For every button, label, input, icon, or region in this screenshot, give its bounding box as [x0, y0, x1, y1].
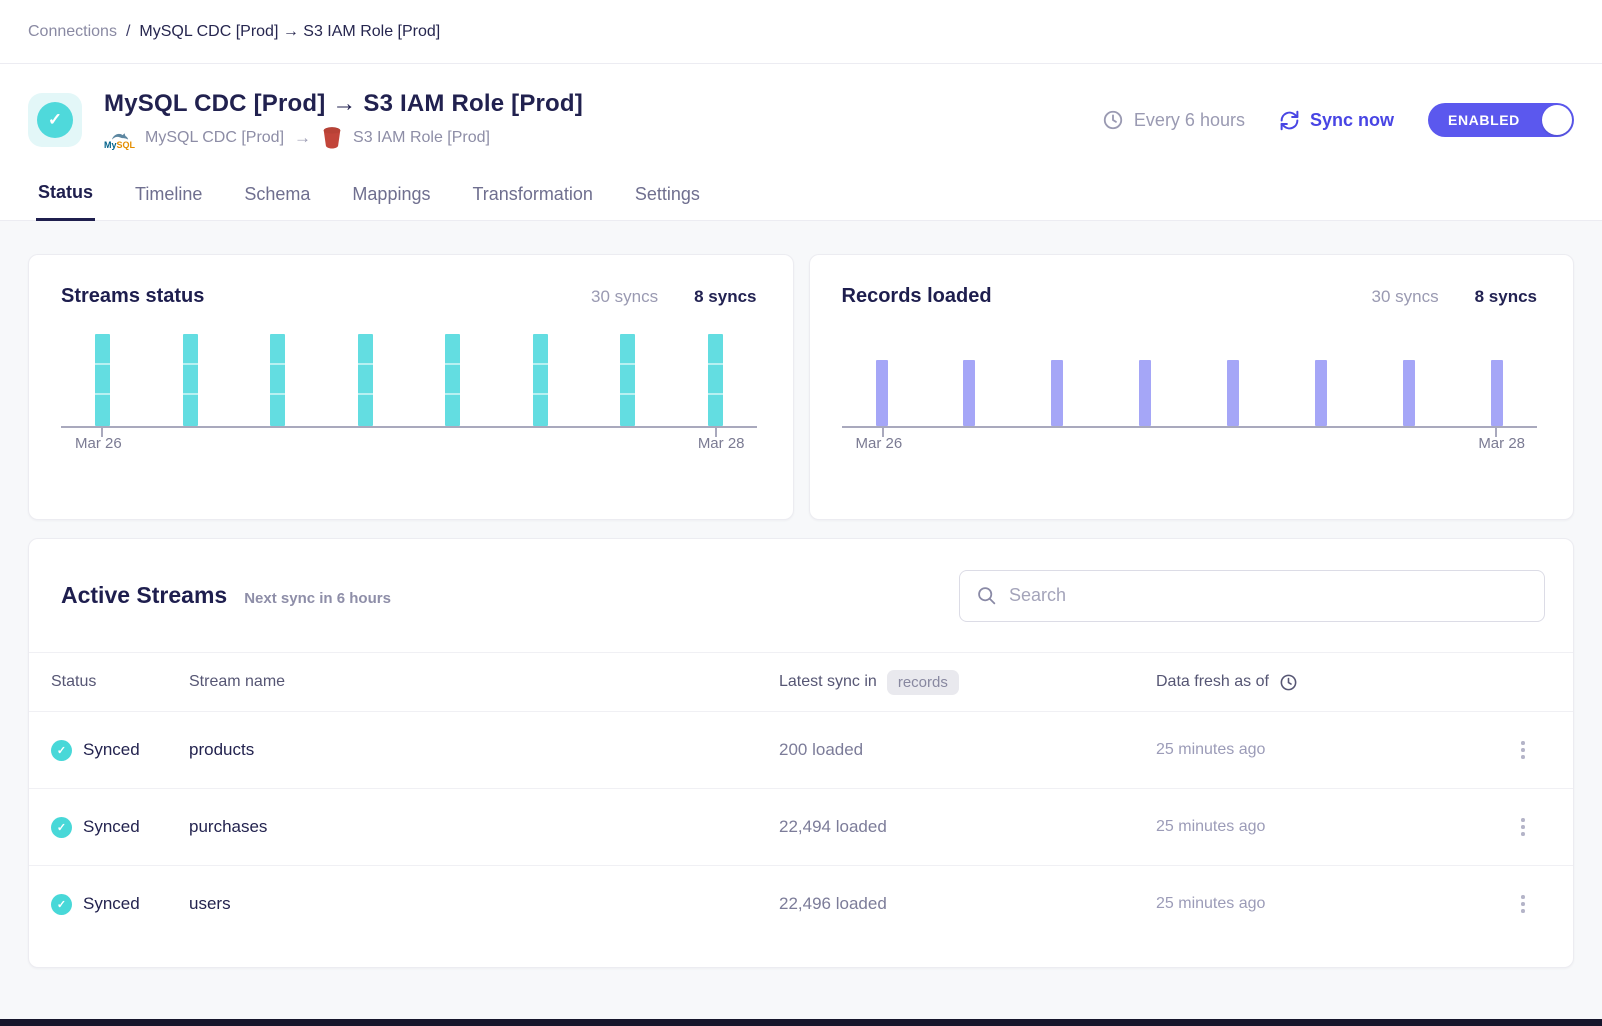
toggle-knob[interactable] — [1542, 105, 1572, 135]
page-title: MySQL CDC [Prod] → S3 IAM Role [Prod] — [104, 90, 1102, 118]
syncs-total-label[interactable]: 30 syncs — [1372, 287, 1439, 307]
row-status: Synced — [83, 740, 140, 760]
x-axis-label-end: Mar 28 — [1478, 435, 1525, 452]
row-data-fresh: 25 minutes ago — [1156, 818, 1495, 836]
records-loaded-chart: Mar 26 Mar 28 — [842, 334, 1538, 452]
enabled-toggle-label: ENABLED — [1428, 112, 1520, 128]
row-stream-name: users — [189, 894, 779, 914]
table-body: ✓ Synced products 200 loaded 25 minutes … — [29, 711, 1573, 942]
check-circle-icon: ✓ — [37, 102, 73, 138]
tab-bar: Status Timeline Schema Mappings Transfor… — [0, 160, 1602, 221]
column-stream-name: Stream name — [189, 673, 779, 691]
records-badge[interactable]: records — [887, 670, 959, 695]
enabled-toggle[interactable]: ENABLED — [1428, 103, 1574, 137]
sync-bar[interactable] — [270, 334, 285, 426]
row-data-fresh: 25 minutes ago — [1156, 741, 1495, 759]
sync-bar[interactable] — [1139, 360, 1151, 426]
row-records-loaded: 200 loaded — [779, 740, 1156, 760]
chart-title-streams-status: Streams status — [61, 285, 204, 308]
syncs-shown-label[interactable]: 8 syncs — [1475, 287, 1537, 307]
connection-header: ✓ MySQL CDC [Prod] → S3 IAM Role [Prod] … — [0, 64, 1602, 160]
mysql-logo-icon: MySQL — [104, 131, 135, 150]
column-status: Status — [51, 673, 189, 691]
sync-bar[interactable] — [620, 334, 635, 426]
s3-bucket-icon — [321, 126, 343, 150]
table-header-row: Status Stream name Latest sync in record… — [29, 652, 1573, 711]
sync-bar[interactable] — [876, 360, 888, 426]
refresh-icon — [1279, 110, 1300, 131]
breadcrumb-current: MySQL CDC [Prod] → S3 IAM Role [Prod] — [139, 23, 440, 41]
sync-now-button[interactable]: Sync now — [1279, 110, 1394, 131]
column-data-fresh: Data fresh as of — [1156, 673, 1269, 691]
x-axis-label-start: Mar 26 — [856, 435, 903, 452]
chart-title-records-loaded: Records loaded — [842, 285, 992, 308]
bottom-edge-bar — [0, 1019, 1602, 1026]
row-menu-button[interactable] — [1515, 812, 1531, 842]
syncs-shown-label[interactable]: 8 syncs — [694, 287, 756, 307]
x-axis — [61, 426, 757, 428]
row-records-loaded: 22,494 loaded — [779, 817, 1156, 837]
sync-bar[interactable] — [183, 334, 198, 426]
sync-bar[interactable] — [1051, 360, 1063, 426]
breadcrumb: Connections / MySQL CDC [Prod] → S3 IAM … — [0, 0, 1602, 64]
synced-check-icon: ✓ — [51, 740, 72, 761]
destination-name: S3 IAM Role [Prod] — [353, 129, 490, 147]
active-streams-title: Active Streams — [61, 582, 227, 609]
tab-transformation[interactable]: Transformation — [470, 178, 594, 220]
table-row[interactable]: ✓ Synced users 22,496 loaded 25 minutes … — [29, 865, 1573, 942]
column-latest-sync: Latest sync in — [779, 673, 877, 691]
tab-mappings[interactable]: Mappings — [350, 178, 432, 220]
sync-bar[interactable] — [95, 334, 110, 426]
search-input[interactable] — [1009, 585, 1528, 606]
streams-status-card: Streams status 30 syncs 8 syncs Mar 26 M… — [28, 254, 794, 520]
next-sync-label: Next sync in 6 hours — [244, 590, 391, 607]
sync-bar[interactable] — [1227, 360, 1239, 426]
breadcrumb-separator: / — [126, 23, 130, 41]
synced-check-icon: ✓ — [51, 894, 72, 915]
tab-status[interactable]: Status — [36, 176, 95, 221]
syncs-total-label[interactable]: 30 syncs — [591, 287, 658, 307]
sync-bar[interactable] — [533, 334, 548, 426]
row-records-loaded: 22,496 loaded — [779, 894, 1156, 914]
sync-bar[interactable] — [358, 334, 373, 426]
tab-schema[interactable]: Schema — [242, 178, 312, 220]
streams-status-chart: Mar 26 Mar 28 — [61, 334, 757, 452]
row-stream-name: products — [189, 740, 779, 760]
row-status: Synced — [83, 817, 140, 837]
x-axis-label-start: Mar 26 — [75, 435, 122, 452]
x-axis-label-end: Mar 28 — [698, 435, 745, 452]
search-icon — [976, 585, 997, 606]
breadcrumb-connections-link[interactable]: Connections — [28, 23, 117, 41]
active-streams-card: Active Streams Next sync in 6 hours Stat… — [28, 538, 1574, 968]
sync-bar[interactable] — [963, 360, 975, 426]
sync-schedule: Every 6 hours — [1102, 109, 1245, 131]
synced-check-icon: ✓ — [51, 817, 72, 838]
clock-icon — [1102, 109, 1124, 131]
row-menu-button[interactable] — [1515, 735, 1531, 765]
sync-bar[interactable] — [708, 334, 723, 426]
tab-settings[interactable]: Settings — [633, 178, 702, 220]
x-axis — [842, 426, 1538, 428]
records-loaded-card: Records loaded 30 syncs 8 syncs Mar 26 M… — [809, 254, 1575, 520]
row-status: Synced — [83, 894, 140, 914]
table-row[interactable]: ✓ Synced products 200 loaded 25 minutes … — [29, 711, 1573, 788]
row-menu-button[interactable] — [1515, 889, 1531, 919]
connection-status-icon: ✓ — [28, 93, 82, 147]
clock-icon — [1279, 673, 1298, 692]
arrow-icon: → — [294, 128, 311, 148]
sync-bar[interactable] — [1315, 360, 1327, 426]
sync-bar[interactable] — [1491, 360, 1503, 426]
table-row[interactable]: ✓ Synced purchases 22,494 loaded 25 minu… — [29, 788, 1573, 865]
sync-bar[interactable] — [1403, 360, 1415, 426]
tab-timeline[interactable]: Timeline — [133, 178, 204, 220]
row-stream-name: purchases — [189, 817, 779, 837]
row-data-fresh: 25 minutes ago — [1156, 895, 1495, 913]
sync-bar[interactable] — [445, 334, 460, 426]
source-name: MySQL CDC [Prod] — [145, 129, 284, 147]
search-box[interactable] — [959, 570, 1545, 622]
